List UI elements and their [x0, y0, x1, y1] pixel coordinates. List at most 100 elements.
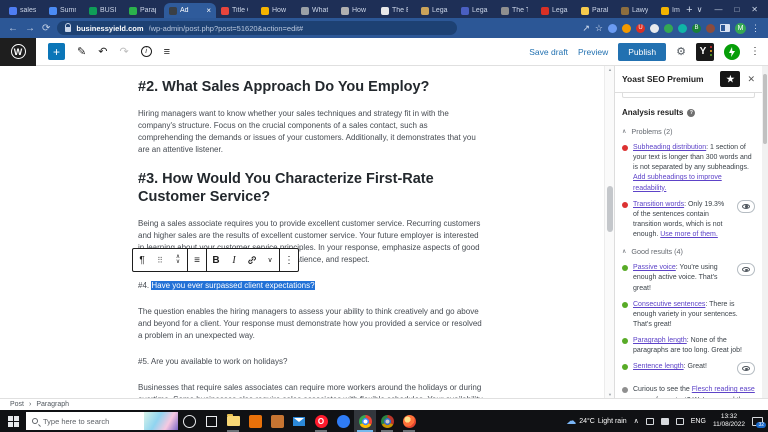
scroll-up-icon[interactable]: ▲: [605, 67, 615, 72]
problems-section-toggle[interactable]: ∧ Problems (2): [615, 123, 762, 140]
split-screen-icon[interactable]: [720, 24, 730, 32]
paragraph[interactable]: Businesses that require sales associates…: [138, 382, 484, 398]
browser-tab[interactable]: Lawy: [616, 3, 656, 18]
block-mover[interactable]: ∧∨: [169, 249, 187, 271]
edge-button[interactable]: [332, 410, 354, 432]
folder-tray-icon[interactable]: [676, 418, 684, 425]
highlight-eye-button[interactable]: [737, 263, 755, 276]
heading-customer-service[interactable]: #3. How Would You Characterize First-Rat…: [138, 170, 484, 206]
tab-search-icon[interactable]: ∨: [697, 5, 703, 14]
analysis-link[interactable]: Subheading distribution: [633, 144, 706, 151]
extension-icon[interactable]: [664, 24, 673, 33]
post-content-area[interactable]: #2. What Sales Approach Do You Employ? H…: [0, 66, 604, 398]
share-icon[interactable]: ↗: [582, 23, 590, 34]
question-5-line[interactable]: #5. Are you available to work on holiday…: [138, 356, 484, 368]
extension-icon[interactable]: [678, 24, 687, 33]
link-button[interactable]: [243, 249, 261, 271]
browser-tab[interactable]: Title C: [216, 3, 256, 18]
good-results-section-toggle[interactable]: ∧ Good results (4): [615, 243, 762, 260]
list-view-icon[interactable]: ≡: [164, 46, 170, 58]
tray-expand-icon[interactable]: ∧: [634, 417, 639, 425]
reload-icon[interactable]: ⟳: [42, 23, 50, 34]
minimize-icon[interactable]: —: [714, 5, 722, 14]
network-tray-icon[interactable]: [661, 418, 669, 425]
maximize-icon[interactable]: □: [734, 5, 739, 14]
store-button[interactable]: [266, 410, 288, 432]
edit-tool-icon[interactable]: ✎: [77, 45, 86, 58]
highlight-eye-button[interactable]: [737, 200, 755, 213]
extension-icon[interactable]: [608, 24, 617, 33]
more-formatting-icon[interactable]: ∨: [261, 249, 279, 271]
analysis-link[interactable]: Consecutive sentences: [633, 301, 705, 308]
breadcrumb-root[interactable]: Post: [10, 401, 24, 408]
forward-icon[interactable]: →: [25, 23, 35, 34]
browser-tab[interactable]: Parap: [124, 3, 164, 18]
analysis-action-link[interactable]: Add subheadings to improve readability.: [633, 174, 722, 191]
content-scrollbar[interactable]: ▲ ▼: [604, 66, 614, 398]
extension-icon[interactable]: [622, 24, 631, 33]
browser-tab[interactable]: Impo: [656, 3, 680, 18]
flesch-link[interactable]: Flesch reading ease: [692, 386, 755, 393]
move-down-icon[interactable]: ∨: [176, 260, 180, 265]
browser-tab[interactable]: Legal: [536, 3, 576, 18]
browser-tab[interactable]: What: [296, 3, 336, 18]
analysis-link[interactable]: Passive voice: [633, 264, 676, 271]
sidebar-close-icon[interactable]: ✕: [747, 74, 755, 85]
wordpress-logo[interactable]: W: [0, 38, 36, 66]
italic-button[interactable]: I: [225, 249, 243, 271]
photos-button[interactable]: [244, 410, 266, 432]
paragraph[interactable]: The question enables the hiring managers…: [138, 306, 484, 342]
extension-icon[interactable]: [706, 24, 715, 33]
taskbar-search[interactable]: Type here to search: [26, 412, 178, 430]
opera-button[interactable]: O: [310, 410, 332, 432]
browser-tab[interactable]: How t: [336, 3, 376, 18]
details-icon[interactable]: i: [141, 46, 152, 57]
page-scrollbar[interactable]: [762, 66, 768, 398]
scroll-down-icon[interactable]: ▼: [605, 392, 615, 397]
firefox-button[interactable]: [398, 410, 420, 432]
selected-text[interactable]: Have you ever surpassed client expectati…: [151, 281, 314, 290]
tab-close-icon[interactable]: ×: [206, 6, 211, 15]
language-indicator[interactable]: ENG: [691, 418, 706, 425]
extension-icon[interactable]: [650, 24, 659, 33]
cortana-button[interactable]: [178, 410, 200, 432]
display-tray-icon[interactable]: [646, 418, 654, 425]
weather-widget[interactable]: ☁ 24°C Light rain: [566, 416, 626, 427]
new-tab-button[interactable]: +: [686, 4, 692, 16]
undo-icon[interactable]: ↶: [98, 45, 107, 58]
analysis-link[interactable]: Sentence length: [633, 363, 684, 370]
browser-tab[interactable]: BUSIN: [84, 3, 124, 18]
browser-tab[interactable]: sales a: [4, 3, 44, 18]
heading-sales-approach[interactable]: #2. What Sales Approach Do You Employ?: [138, 78, 484, 96]
back-icon[interactable]: ←: [8, 23, 18, 34]
browser-tab[interactable]: Paral: [576, 3, 616, 18]
browser-tab[interactable]: The Ef: [376, 3, 416, 18]
task-view-button[interactable]: [200, 410, 222, 432]
browser-menu-icon[interactable]: ⋮: [751, 23, 760, 34]
page-scrollbar-thumb[interactable]: [763, 74, 767, 144]
preview-button[interactable]: Preview: [578, 47, 608, 57]
extension-icon[interactable]: B: [692, 24, 701, 33]
browser-tab[interactable]: Ad ×: [164, 3, 216, 18]
paragraph[interactable]: Hiring managers want to know whether you…: [138, 108, 484, 156]
start-button[interactable]: [0, 410, 26, 432]
profile-avatar[interactable]: M: [735, 23, 746, 34]
browser-tab[interactable]: Legal: [456, 3, 496, 18]
clock[interactable]: 13:32 11/08/2022: [713, 413, 745, 429]
question-4-line[interactable]: #4. Have you ever surpassed client expec…: [138, 280, 484, 292]
bold-button[interactable]: B: [207, 249, 225, 271]
breadcrumb-current[interactable]: Paragraph: [36, 401, 69, 408]
jetpack-icon[interactable]: [724, 44, 740, 60]
analysis-link[interactable]: Transition words: [633, 201, 684, 208]
align-icon[interactable]: ≡: [188, 249, 206, 271]
drag-handle-icon[interactable]: ⠿: [151, 249, 169, 271]
editor-options-icon[interactable]: ⋮: [750, 46, 760, 57]
chrome-button[interactable]: [354, 410, 376, 432]
analysis-link[interactable]: Paragraph length: [633, 337, 687, 344]
close-icon[interactable]: ✕: [751, 5, 758, 14]
star-button[interactable]: ★: [720, 71, 740, 87]
publish-button[interactable]: Publish: [618, 43, 666, 61]
yoast-icon[interactable]: Y: [696, 43, 714, 61]
block-inserter-button[interactable]: +: [48, 43, 65, 60]
browser-tab[interactable]: How Y: [256, 3, 296, 18]
